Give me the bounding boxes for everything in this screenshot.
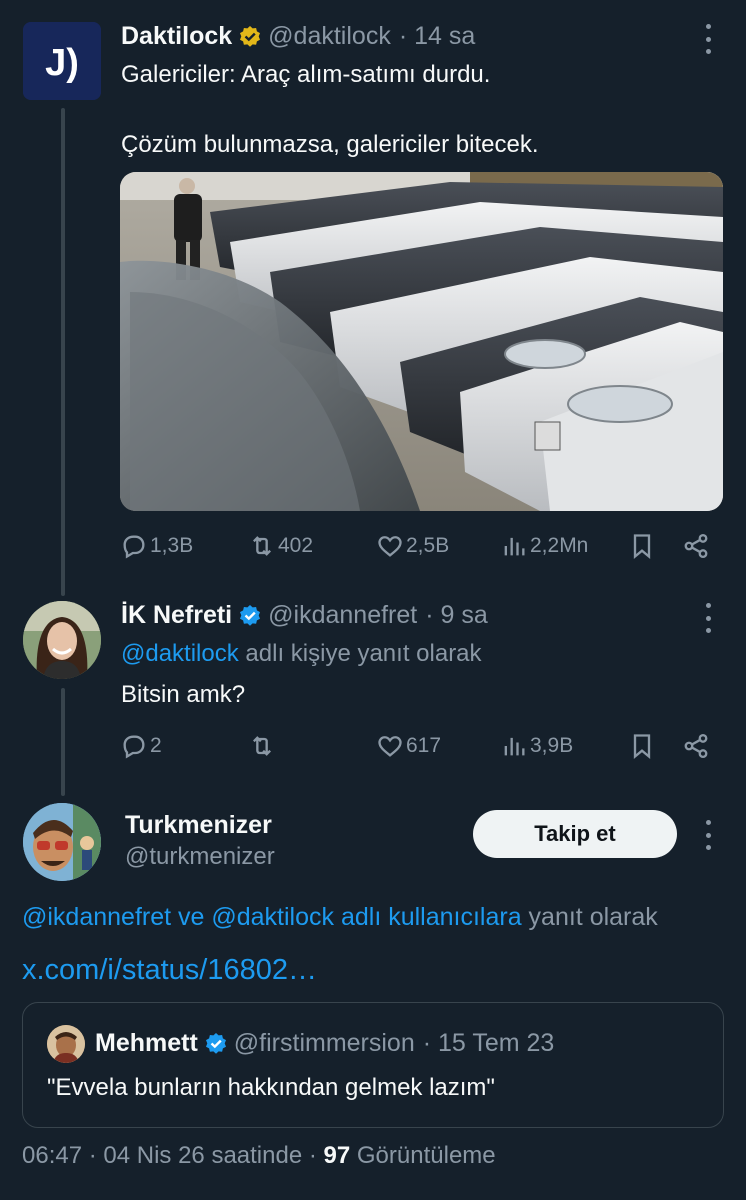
tweet-time[interactable]: · 14 sa bbox=[399, 22, 475, 51]
more-options-icon[interactable] bbox=[700, 603, 716, 633]
views-button[interactable]: 3,9B bbox=[500, 728, 573, 764]
like-button[interactable]: 617 bbox=[376, 728, 441, 764]
profile-photo bbox=[47, 1025, 85, 1063]
analytics-icon bbox=[504, 737, 525, 756]
quoted-author-handle[interactable]: @firstimmersion bbox=[234, 1029, 415, 1058]
author-name[interactable]: Turkmenizer bbox=[125, 808, 272, 842]
like-button[interactable]: 2,5B bbox=[376, 528, 449, 564]
reply-to-mentions[interactable]: @ikdannefret ve @daktilock adlı kullanıc… bbox=[22, 903, 522, 931]
tweet-meta: 06:47 · 04 Nis 26 saatinde · 97 Görüntül… bbox=[22, 1142, 496, 1170]
reply-to-mention[interactable]: @daktilock bbox=[121, 640, 239, 667]
author-handle[interactable]: @ikdannefret bbox=[268, 601, 417, 630]
share-button[interactable] bbox=[682, 728, 710, 764]
parked-cars-photo bbox=[120, 172, 723, 511]
verified-badge-icon bbox=[205, 1032, 226, 1054]
analytics-icon bbox=[504, 537, 525, 556]
reply-count: 2 bbox=[150, 734, 162, 757]
verified-badge-icon bbox=[240, 604, 261, 626]
verified-gold-icon bbox=[240, 25, 261, 47]
heart-icon bbox=[378, 736, 402, 757]
reply-context: @daktilock adlı kişiye yanıt olarak bbox=[121, 637, 482, 671]
retweet-icon bbox=[253, 536, 271, 556]
like-count: 2,5B bbox=[406, 534, 450, 557]
tweet-text: Bitsin amk? bbox=[121, 681, 246, 708]
more-options-icon[interactable] bbox=[700, 24, 716, 54]
quoted-tweet-date: · 15 Tem 23 bbox=[422, 1029, 555, 1057]
thread-connector bbox=[61, 108, 65, 596]
bookmark-icon bbox=[633, 734, 651, 759]
follow-button[interactable]: Takip et bbox=[473, 810, 677, 858]
tweet-media-photo[interactable] bbox=[120, 172, 723, 511]
retweet-button[interactable]: 402 bbox=[248, 528, 313, 564]
tweet-text-line: Çözüm bulunmazsa, galericiler bitecek. bbox=[121, 131, 539, 158]
retweet-button[interactable] bbox=[248, 728, 276, 764]
reply-button[interactable]: 2 bbox=[120, 728, 162, 764]
retweet-count: 402 bbox=[278, 534, 314, 557]
svg-text:J): J) bbox=[45, 42, 79, 84]
share-button[interactable] bbox=[682, 528, 710, 564]
reply-icon bbox=[123, 535, 145, 559]
tweet-text-line: Galericiler: Araç alım-satımı durdu. bbox=[121, 61, 491, 88]
quoted-tweet-text: "Evvela bunların hakkından gelmek lazım" bbox=[47, 1074, 495, 1101]
reply-to-suffix: adlı kişiye yanıt olarak bbox=[238, 640, 482, 667]
like-count: 617 bbox=[406, 734, 442, 757]
author-handle[interactable]: @turkmenizer bbox=[125, 840, 275, 874]
reply-button[interactable]: 1,3B bbox=[120, 528, 193, 564]
profile-photo bbox=[23, 601, 101, 679]
author-name[interactable]: Daktilock bbox=[121, 22, 232, 51]
more-options-icon[interactable] bbox=[700, 820, 716, 850]
views-label: Görüntüleme bbox=[350, 1142, 496, 1169]
avatar-daktilock[interactable]: J) bbox=[23, 22, 101, 100]
avatar-mehmett[interactable] bbox=[47, 1025, 85, 1063]
bookmark-button[interactable] bbox=[628, 528, 656, 564]
share-icon bbox=[684, 533, 708, 559]
thread-connector bbox=[61, 688, 65, 796]
heart-icon bbox=[378, 536, 402, 557]
profile-photo bbox=[23, 803, 101, 881]
bookmark-button[interactable] bbox=[628, 728, 656, 764]
avatar-ikdannefret[interactable] bbox=[23, 601, 101, 679]
reply-context: @ikdannefret ve @daktilock adlı kullanıc… bbox=[22, 900, 658, 934]
author-handle[interactable]: @daktilock bbox=[268, 22, 391, 51]
quoted-tweet[interactable]: Mehmett @firstimmersion · 15 Tem 23 "Evv… bbox=[22, 1002, 724, 1128]
reply-icon bbox=[123, 735, 145, 759]
bookmark-icon bbox=[633, 534, 651, 559]
share-icon bbox=[684, 733, 708, 759]
reply-count: 1,3B bbox=[150, 534, 194, 557]
quoted-author-name[interactable]: Mehmett bbox=[95, 1029, 198, 1058]
view-count: 97 bbox=[323, 1142, 351, 1169]
author-name[interactable]: İK Nefreti bbox=[121, 601, 232, 630]
tweet-time[interactable]: · 9 sa bbox=[425, 601, 488, 630]
views-button[interactable]: 2,2Mn bbox=[500, 528, 588, 564]
view-count: 3,9B bbox=[530, 734, 574, 757]
avatar-turkmenizer[interactable] bbox=[23, 803, 101, 881]
retweet-icon bbox=[253, 736, 271, 756]
timestamp[interactable]: 06:47 · 04 Nis 26 saatinde · bbox=[22, 1142, 324, 1169]
daktilock-logo: J) bbox=[23, 22, 101, 100]
view-count: 2,2Mn bbox=[530, 534, 589, 557]
status-link[interactable]: x.com/i/status/16802… bbox=[22, 953, 317, 987]
reply-to-suffix: yanıt olarak bbox=[521, 903, 658, 931]
